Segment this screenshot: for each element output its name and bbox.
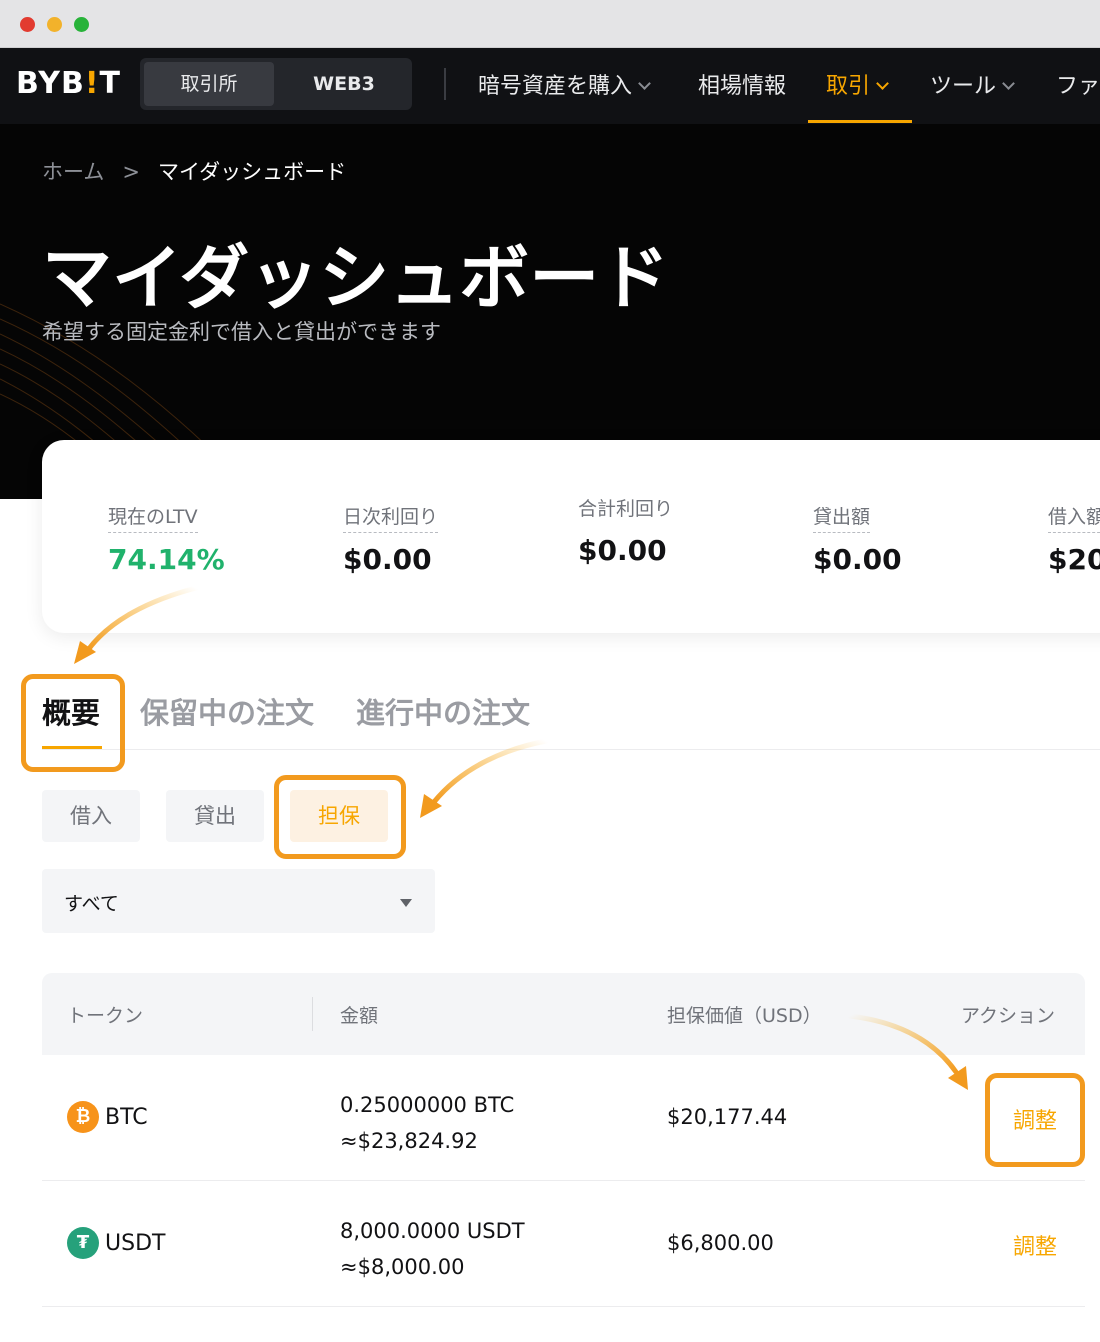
stat-value: $0.00 — [343, 543, 432, 576]
page-title: マイダッシュボード — [42, 237, 670, 319]
token-amount-usd: ≈$23,824.92 — [340, 1129, 478, 1153]
window-titlebar — [0, 0, 1100, 48]
bybit-logo[interactable]: BYB!T — [16, 66, 121, 101]
amount-cell: 8,000.0000 USDT ≈$8,000.00 — [340, 1213, 525, 1285]
column-header-token: トークン — [67, 1005, 144, 1027]
token-name: USDT — [105, 1230, 166, 1256]
stat-current-ltv: 現在のLTV 74.14% — [108, 502, 225, 576]
nav-item-label: 暗号資産を購入 — [478, 74, 633, 99]
token-name: BTC — [105, 1104, 148, 1130]
nav-item-markets[interactable]: 相場情報 — [698, 68, 786, 100]
web3-toggle[interactable]: WEB3 — [280, 62, 408, 106]
adjust-button[interactable]: 調整 — [1013, 1229, 1057, 1261]
stat-value: $0.00 — [813, 543, 902, 576]
stat-value: $0.00 — [578, 534, 667, 567]
table-header: トークン 金額 担保価値（USD） アクション — [42, 973, 1085, 1055]
chevron-down-icon — [638, 77, 651, 90]
tab-active-orders[interactable]: 進行中の注文 — [356, 690, 530, 732]
stat-lend-amount: 貸出額 $0.00 — [813, 502, 902, 576]
stat-label[interactable]: 現在のLTV — [108, 502, 198, 533]
arrow-to-collateral-subtab — [420, 738, 549, 818]
platform-switch: 取引所 WEB3 — [140, 58, 412, 110]
highlight-collateral-subtab — [274, 775, 406, 859]
table-row: ₿ BTC 0.25000000 BTC ≈$23,824.92 $20,177.… — [42, 1055, 1085, 1181]
subtab-borrow[interactable]: 借入 — [42, 790, 140, 842]
caret-down-icon — [400, 899, 412, 907]
token-amount-usd: ≈$8,000.00 — [340, 1255, 465, 1279]
token-filter-select[interactable]: すべて — [42, 869, 435, 933]
maximize-window-button[interactable] — [74, 17, 89, 32]
tabs-divider — [42, 749, 1100, 750]
column-header-amount: 金額 — [340, 1005, 379, 1027]
minimize-window-button[interactable] — [47, 17, 62, 32]
stat-borrow-amount: 借入額 $20 — [1048, 502, 1100, 576]
stats-card: 現在のLTV 74.14% 日次利回り $0.00 合計利回り $0.00 貸出… — [42, 440, 1100, 633]
logo-text-suffix: T — [99, 66, 121, 101]
active-nav-indicator — [808, 120, 912, 123]
nav-item-label: ファ — [1056, 74, 1100, 99]
browser-window: BYB!T 取引所 WEB3 暗号資産を購入 相場情報 取引 ツール ファ ホー — [0, 0, 1100, 1342]
chevron-down-icon — [1002, 77, 1015, 90]
breadcrumb: ホーム > マイダッシュボード — [42, 156, 346, 186]
logo-text-bang: ! — [84, 66, 100, 101]
nav-item-finance[interactable]: ファ — [1056, 68, 1100, 100]
filter-selected-value: すべて — [64, 893, 119, 915]
token-amount: 8,000.0000 USDT — [340, 1219, 525, 1243]
stat-label: 合計利回り — [578, 498, 674, 520]
table-row: ₮ USDT 8,000.0000 USDT ≈$8,000.00 $6,800.… — [42, 1181, 1085, 1307]
nav-item-buy-crypto[interactable]: 暗号資産を購入 — [478, 68, 651, 100]
close-window-button[interactable] — [20, 17, 35, 32]
stat-total-yield: 合計利回り $0.00 — [578, 494, 673, 567]
nav-item-trade[interactable]: 取引 — [826, 68, 889, 100]
page-subtitle: 希望する固定金利で借入と貸出ができます — [42, 320, 441, 344]
token-cell: ₿ BTC — [67, 1101, 148, 1133]
stat-label[interactable]: 日次利回り — [343, 502, 439, 533]
subtab-lend[interactable]: 貸出 — [166, 790, 264, 842]
tether-icon: ₮ — [67, 1227, 99, 1259]
tab-pending-orders[interactable]: 保留中の注文 — [140, 690, 314, 732]
logo-text-prefix: BYB — [16, 66, 85, 101]
token-cell: ₮ USDT — [67, 1227, 165, 1259]
collateral-value: $6,800.00 — [667, 1231, 774, 1255]
nav-item-label: 相場情報 — [698, 74, 787, 99]
breadcrumb-home-link[interactable]: ホーム — [42, 160, 104, 184]
bitcoin-icon: ₿ — [67, 1101, 99, 1133]
chevron-down-icon — [876, 77, 889, 90]
top-navigation: BYB!T 取引所 WEB3 暗号資産を購入 相場情報 取引 ツール ファ — [0, 48, 1100, 124]
stat-daily-yield: 日次利回り $0.00 — [343, 502, 439, 576]
column-header-collateral-value: 担保価値（USD） — [667, 1005, 822, 1027]
stat-value: $20 — [1048, 543, 1100, 576]
exchange-toggle[interactable]: 取引所 — [144, 62, 274, 106]
highlight-adjust-button — [985, 1073, 1085, 1167]
column-divider — [312, 997, 313, 1031]
amount-cell: 0.25000000 BTC ≈$23,824.92 — [340, 1087, 514, 1159]
breadcrumb-separator: > — [122, 160, 140, 184]
nav-item-label: 取引 — [826, 74, 871, 99]
token-amount: 0.25000000 BTC — [340, 1093, 515, 1117]
stat-value: 74.14% — [108, 543, 225, 576]
collateral-value: $20,177.44 — [667, 1105, 788, 1129]
nav-item-tools[interactable]: ツール — [930, 68, 1015, 100]
column-header-action: アクション — [961, 1005, 1056, 1027]
nav-item-label: ツール — [930, 74, 997, 99]
nav-divider — [444, 68, 446, 100]
breadcrumb-current: マイダッシュボード — [157, 160, 347, 184]
stat-label[interactable]: 貸出額 — [813, 502, 871, 533]
stat-label[interactable]: 借入額 — [1048, 502, 1100, 533]
highlight-overview-tab — [21, 674, 125, 772]
